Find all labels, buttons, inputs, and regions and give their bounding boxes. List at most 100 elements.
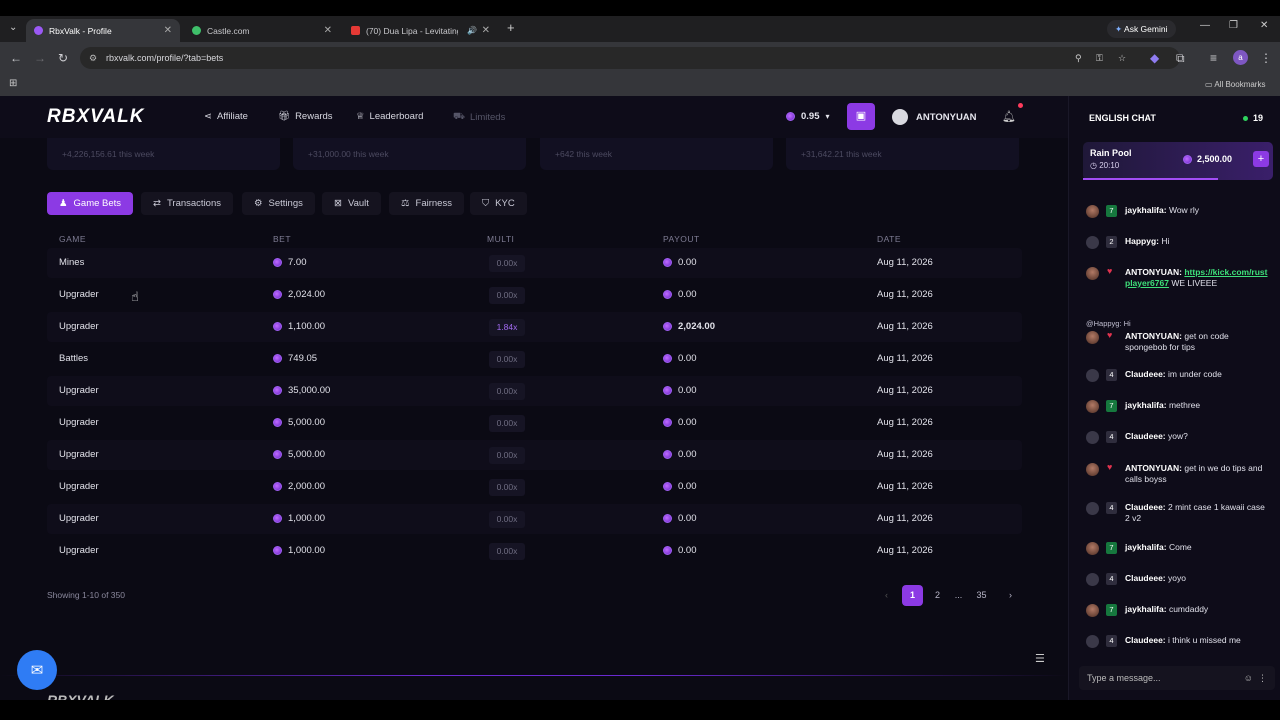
forward-icon[interactable]: → xyxy=(34,51,46,65)
pagination-next[interactable]: › xyxy=(1000,585,1021,606)
balance-display[interactable]: 0.95 ▾ xyxy=(786,111,830,122)
table-row[interactable]: Mines 7.00 0.00x 0.00 Aug 11, 2026 xyxy=(47,248,1022,278)
nav-affiliate[interactable]: ⋖ Affiliate xyxy=(204,111,248,122)
nav-rewards[interactable]: 🎁︎ Rewards xyxy=(278,111,333,122)
avatar[interactable] xyxy=(1086,573,1099,586)
tab-game-bets[interactable]: ♟ Game Bets xyxy=(47,192,134,215)
site-header: RBXVALK ⋖ Affiliate 🎁︎ Rewards ♕ Leaderboar… xyxy=(0,96,1068,138)
password-key-icon[interactable]: ⚿ xyxy=(1096,47,1103,69)
table-row[interactable]: Upgrader 1,000.00 0.00x 0.00 Aug 11, 2026 xyxy=(47,536,1022,566)
minimize-icon[interactable]: — xyxy=(1200,20,1210,31)
browser-tab-youtube[interactable]: (70) Dua Lipa - Levitating F 🔊 ✕ xyxy=(343,19,498,42)
notification-dot xyxy=(1018,103,1023,108)
table-row[interactable]: Upgrader 5,000.00 0.00x 0.00 Aug 11, 2026 xyxy=(47,440,1022,470)
chat-username[interactable]: jaykhalifa xyxy=(1125,604,1164,614)
chat-username[interactable]: Claudeee xyxy=(1125,431,1163,441)
site-info-icon[interactable]: ⚙ xyxy=(89,47,97,69)
support-chat-button[interactable]: ✉ xyxy=(17,650,57,690)
close-tab-icon[interactable]: ✕ xyxy=(482,25,490,36)
chat-username[interactable]: Claudeee xyxy=(1125,369,1163,379)
chat-username[interactable]: ANTONYUAN xyxy=(1125,463,1179,473)
level-badge: 7 xyxy=(1106,205,1117,217)
avatar[interactable] xyxy=(1086,604,1099,617)
nav-leaderboard[interactable]: ♕ Leaderboard xyxy=(356,111,423,122)
chat-username[interactable]: Claudeee xyxy=(1125,502,1163,512)
avatar[interactable] xyxy=(1086,635,1099,648)
close-window-icon[interactable]: ✕ xyxy=(1260,20,1268,31)
game-cell: Upgrader xyxy=(59,481,99,492)
site-logo[interactable]: RBXVALK xyxy=(47,106,144,128)
avatar[interactable] xyxy=(1086,502,1099,515)
speaker-icon[interactable]: 🔊 xyxy=(467,26,477,35)
chat-username[interactable]: jaykhalifa xyxy=(1125,542,1164,552)
pagination-prev[interactable]: ‹ xyxy=(876,585,897,606)
table-row[interactable]: Upgrader 1,100.00 1.84x 2,024.00 Aug 11, 202… xyxy=(47,312,1022,342)
game-cell: Upgrader xyxy=(59,417,99,428)
avatar[interactable] xyxy=(1086,369,1099,382)
bookmark-star-icon[interactable]: ☆ xyxy=(1118,47,1126,69)
tab-settings[interactable]: ⚙ Settings xyxy=(242,192,315,215)
pagination-page-2[interactable]: 2 xyxy=(927,585,948,606)
chat-username[interactable]: ANTONYUAN xyxy=(1125,331,1179,341)
wallet-button[interactable]: ▣ xyxy=(847,103,875,130)
close-tab-icon[interactable]: ✕ xyxy=(324,25,332,36)
ask-gemini-button[interactable]: ✦ Ask Gemini xyxy=(1107,20,1176,38)
table-row[interactable]: Upgrader 1,000.00 0.00x 0.00 Aug 11, 2026 xyxy=(47,504,1022,534)
avatar[interactable] xyxy=(1086,463,1099,476)
chat-toggle-icon[interactable]: ☰ xyxy=(1035,652,1045,665)
tab-kyc[interactable]: ⛉ KYC xyxy=(470,192,527,215)
bell-icon[interactable]: 🔔︎ xyxy=(1002,110,1016,123)
tab-search-chevron-icon[interactable]: ⌄ xyxy=(9,22,17,33)
chat-username[interactable]: Claudeee xyxy=(1125,573,1163,583)
extension-icon[interactable]: ◆ xyxy=(1150,51,1159,65)
rain-tip-button[interactable]: + xyxy=(1253,151,1269,167)
table-row[interactable]: Upgrader 2,000.00 0.00x 0.00 Aug 11, 2026 xyxy=(47,472,1022,502)
avatar[interactable] xyxy=(1086,205,1099,218)
avatar[interactable] xyxy=(1086,236,1099,249)
avatar[interactable] xyxy=(1086,267,1099,280)
avatar[interactable] xyxy=(1086,400,1099,413)
browser-tab-castle[interactable]: Castle.com ✕ xyxy=(184,19,340,42)
pagination-page-35[interactable]: 35 xyxy=(971,585,992,606)
chat-username[interactable]: jaykhalifa xyxy=(1125,400,1164,410)
more-options-icon[interactable]: ⋮ xyxy=(1258,666,1267,690)
browser-tab-rbxvalk[interactable]: RbxValk - Profile ✕ xyxy=(26,19,180,42)
maximize-icon[interactable]: ❐ xyxy=(1229,20,1238,31)
tab-fairness[interactable]: ⚖ Fairness xyxy=(389,192,464,215)
puzzle-extensions-icon[interactable]: ⧉ xyxy=(1176,51,1185,66)
avatar[interactable] xyxy=(1086,331,1099,344)
back-icon[interactable]: ← xyxy=(10,51,22,65)
media-controls-icon[interactable]: ≡ xyxy=(1210,51,1217,65)
chat-username[interactable]: Claudeee xyxy=(1125,635,1163,645)
chat-username[interactable]: jaykhalifa xyxy=(1125,205,1164,215)
tab-transactions[interactable]: ⇄ Transactions xyxy=(141,192,233,215)
chat-message: ♥ ANTONYUAN: https://kick.com/rustplayer6… xyxy=(1083,266,1273,294)
user-menu[interactable]: ANTONYUAN xyxy=(892,109,977,125)
avatar[interactable] xyxy=(1086,431,1099,444)
all-bookmarks-link[interactable]: ▭ All Bookmarks xyxy=(1205,80,1265,89)
payout-cell: 0.00 xyxy=(663,385,697,396)
zoom-icon[interactable]: ⚲ xyxy=(1075,47,1082,69)
chevron-down-icon: ▾ xyxy=(825,112,830,121)
address-bar[interactable]: ⚙ rbxvalk.com/profile/?tab=bets ⚲ ⚿ ☆ xyxy=(80,47,1180,69)
chat-message: 7 jaykhalifa: cumdaddy xyxy=(1083,603,1273,631)
pagination-page-1[interactable]: 1 xyxy=(902,585,923,606)
close-tab-icon[interactable]: ✕ xyxy=(164,25,172,36)
chat-username[interactable]: Happyg xyxy=(1125,236,1156,246)
apps-grid-icon[interactable]: ⊞ xyxy=(9,78,17,89)
rain-pool-amount: 2,500.00 xyxy=(1183,154,1232,164)
table-row[interactable]: Battles 749.05 0.00x 0.00 Aug 11, 2026 xyxy=(47,344,1022,374)
more-menu-icon[interactable]: ⋮ xyxy=(1260,51,1272,65)
chat-username[interactable]: ANTONYUAN xyxy=(1125,267,1179,277)
table-row[interactable]: Upgrader 35,000.00 0.00x 0.00 Aug 11, 2026 xyxy=(47,376,1022,406)
avatar[interactable] xyxy=(1086,542,1099,555)
profile-avatar[interactable]: a xyxy=(1233,50,1248,65)
table-row[interactable]: Upgrader 2,024.00 0.00x 0.00 Aug 11, 2026 xyxy=(47,280,1022,310)
table-row[interactable]: Upgrader 5,000.00 0.00x 0.00 Aug 11, 2026 xyxy=(47,408,1022,438)
emoji-icon[interactable]: ☺ xyxy=(1244,666,1253,690)
reload-icon[interactable]: ↻ xyxy=(58,51,68,65)
chat-message-input[interactable]: Type a message... ☺ ⋮ xyxy=(1079,666,1275,690)
tab-vault[interactable]: ⊠ Vault xyxy=(322,192,381,215)
nav-limiteds[interactable]: ⛟ Limiteds xyxy=(453,111,505,123)
new-tab-icon[interactable]: + xyxy=(507,20,515,35)
